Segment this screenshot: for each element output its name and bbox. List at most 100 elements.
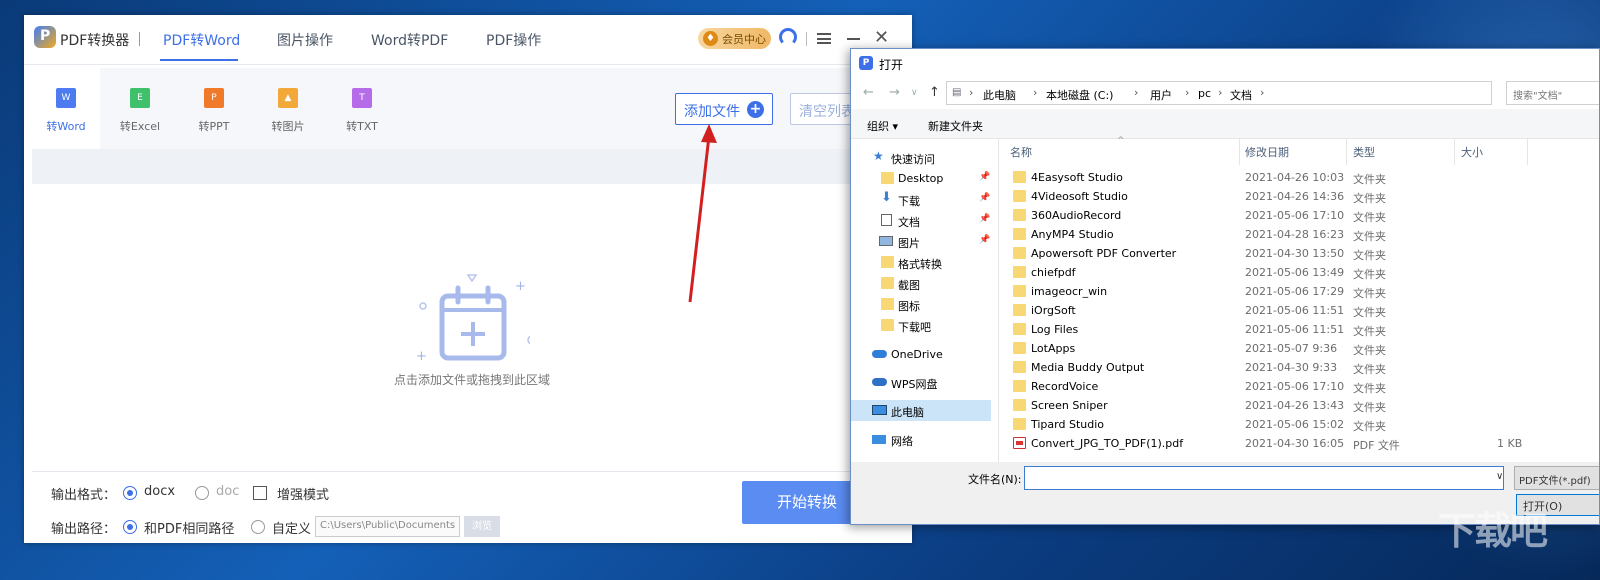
- breadcrumb-separator: ›: [969, 86, 974, 99]
- file-row[interactable]: imageocr_win 2021-05-06 17:29 文件夹: [999, 282, 1599, 301]
- folder-icon: [881, 256, 894, 268]
- output-path-label: 输出路径：: [51, 522, 117, 537]
- breadcrumb-this-pc[interactable]: 此电脑: [983, 87, 1016, 103]
- column-size[interactable]: 大小: [1461, 144, 1483, 160]
- filetype-select[interactable]: PDF文件(*.pdf): [1514, 466, 1599, 490]
- enhanced-mode-checkbox[interactable]: [253, 486, 267, 500]
- menu-icon[interactable]: [817, 33, 831, 44]
- tool-to-excel[interactable]: E 转Excel: [106, 68, 174, 149]
- file-row[interactable]: RecordVoice 2021-05-06 17:10 文件夹: [999, 377, 1599, 396]
- file-row[interactable]: LotApps 2021-05-07 9:36 文件夹: [999, 339, 1599, 358]
- filename-label: 文件名(N):: [968, 473, 1022, 486]
- file-drop-area[interactable]: + + 点击添加文件或拖拽到此区域: [32, 184, 912, 471]
- file-type: 文件夹: [1353, 325, 1386, 338]
- conversion-tools: W 转Word E 转Excel P 转PPT ▲ 转图片 T 转TXT 添加文…: [32, 68, 912, 149]
- tool-label: 转图片: [271, 120, 305, 133]
- file-date: 2021-04-30 13:50: [1245, 247, 1345, 260]
- nav-pictures[interactable]: 图片 📌: [851, 231, 991, 252]
- file-row[interactable]: 4Videosoft Studio 2021-04-26 14:36 文件夹: [999, 187, 1599, 206]
- file-row[interactable]: Log Files 2021-05-06 11:51 文件夹: [999, 320, 1599, 339]
- nav-network[interactable]: 网络: [851, 429, 991, 450]
- tool-to-word[interactable]: W 转Word: [32, 68, 100, 149]
- docx-radio[interactable]: [123, 486, 137, 500]
- file-row[interactable]: Convert_JPG_TO_PDF(1).pdf 2021-04-30 16:0…: [999, 434, 1599, 453]
- search-input[interactable]: 搜索"文档": [1506, 81, 1599, 105]
- nav-label: Desktop: [898, 172, 944, 185]
- nav-wps-drive[interactable]: WPS网盘: [851, 372, 991, 393]
- minimize-icon[interactable]: [847, 38, 860, 40]
- breadcrumb-pc[interactable]: pc: [1198, 87, 1211, 100]
- file-type: PDF 文件: [1353, 439, 1400, 452]
- doc-radio[interactable]: [195, 486, 209, 500]
- file-type: 文件夹: [1353, 363, 1386, 376]
- vip-center-button[interactable]: ♦ 会员中心: [698, 28, 771, 49]
- tool-to-image[interactable]: ▲ 转图片: [254, 68, 322, 149]
- nav-this-pc[interactable]: 此电脑: [851, 400, 991, 421]
- file-row[interactable]: chiefpdf 2021-05-06 13:49 文件夹: [999, 263, 1599, 282]
- tool-to-ppt[interactable]: P 转PPT: [180, 68, 248, 149]
- close-icon[interactable]: ✕: [874, 27, 889, 48]
- nav-xiazaiba[interactable]: 下载吧: [851, 315, 991, 336]
- star-icon: ★: [873, 149, 884, 163]
- file-type: 文件夹: [1353, 192, 1386, 205]
- file-type: 文件夹: [1353, 382, 1386, 395]
- folder-icon: [881, 172, 894, 184]
- file-row[interactable]: Media Buddy Output 2021-04-30 9:33 文件夹: [999, 358, 1599, 377]
- same-path-radio[interactable]: [123, 520, 137, 534]
- custom-path-radio[interactable]: [251, 520, 265, 534]
- nav-image-operations[interactable]: 图片操作: [277, 30, 333, 50]
- nav-desktop[interactable]: Desktop 📌: [851, 168, 991, 189]
- title-divider: [139, 32, 140, 46]
- column-divider: [1239, 139, 1240, 165]
- file-date: 2021-04-26 10:03: [1245, 171, 1345, 184]
- file-row[interactable]: Apowersoft PDF Converter 2021-04-30 13:50…: [999, 244, 1599, 263]
- organize-button[interactable]: 组织 ▾: [867, 118, 898, 134]
- column-date[interactable]: 修改日期: [1245, 144, 1289, 160]
- column-type[interactable]: 类型: [1353, 144, 1375, 160]
- folder-icon: [1013, 399, 1026, 411]
- file-name: imageocr_win: [1031, 285, 1108, 298]
- file-row[interactable]: 4Easysoft Studio 2021-04-26 10:03 文件夹: [999, 168, 1599, 187]
- file-type: 文件夹: [1353, 211, 1386, 224]
- file-row[interactable]: AnyMP4 Studio 2021-04-28 16:23 文件夹: [999, 225, 1599, 244]
- pdf-file-icon: [1013, 437, 1026, 449]
- nav-onedrive[interactable]: OneDrive: [851, 344, 991, 365]
- up-icon[interactable]: ↑: [929, 85, 940, 100]
- nav-label: 文档: [898, 216, 920, 229]
- breadcrumb-documents[interactable]: 文档: [1230, 87, 1252, 103]
- browse-button[interactable]: 浏览: [464, 516, 500, 537]
- new-folder-button[interactable]: 新建文件夹: [928, 118, 983, 134]
- word-icon: W: [56, 88, 76, 108]
- filename-input[interactable]: [1024, 466, 1504, 490]
- nav-pdf-to-word[interactable]: PDF转Word: [163, 30, 240, 50]
- clear-list-label: 清空列表: [799, 104, 855, 120]
- file-name: 4Easysoft Studio: [1031, 171, 1123, 184]
- output-path-input[interactable]: C:\Users\Public\Documents: [315, 516, 460, 537]
- breadcrumb-users[interactable]: 用户: [1150, 87, 1172, 103]
- nav-quick-access[interactable]: ★ 快速访问: [851, 147, 991, 168]
- nav-pdf-operations[interactable]: PDF操作: [486, 30, 541, 50]
- column-name[interactable]: 名称: [1010, 144, 1032, 160]
- file-name: chiefpdf: [1031, 266, 1076, 279]
- nav-format-convert[interactable]: 格式转换: [851, 252, 991, 273]
- file-row[interactable]: Tipard Studio 2021-05-06 15:02 文件夹: [999, 415, 1599, 434]
- back-icon[interactable]: ←: [863, 85, 874, 100]
- nav-documents[interactable]: 文档 📌: [851, 210, 991, 231]
- app-body: W 转Word E 转Excel P 转PPT ▲ 转图片 T 转TXT 添加文…: [32, 68, 912, 543]
- forward-icon[interactable]: →: [889, 85, 900, 100]
- nav-icons[interactable]: 图标: [851, 294, 991, 315]
- breadcrumb-local-disk[interactable]: 本地磁盘 (C:): [1046, 87, 1113, 103]
- nav-screenshots[interactable]: 截图: [851, 273, 991, 294]
- customer-service-icon[interactable]: [779, 28, 797, 46]
- file-row[interactable]: Screen Sniper 2021-04-26 13:43 文件夹: [999, 396, 1599, 415]
- chevron-down-icon[interactable]: ∨: [1496, 471, 1503, 482]
- file-row[interactable]: 360AudioRecord 2021-05-06 17:10 文件夹: [999, 206, 1599, 225]
- nav-word-to-pdf[interactable]: Word转PDF: [371, 30, 448, 50]
- file-row[interactable]: iOrgSoft 2021-05-06 11:51 文件夹: [999, 301, 1599, 320]
- recent-locations-icon[interactable]: ∨: [911, 88, 918, 98]
- tool-to-txt[interactable]: T 转TXT: [328, 68, 396, 149]
- add-file-button[interactable]: 添加文件 +: [675, 93, 773, 125]
- address-bar[interactable]: ▤ › 此电脑 › 本地磁盘 (C:) › 用户 › pc › 文档 › ∨ ↻: [946, 81, 1585, 105]
- nav-downloads[interactable]: ⬇ 下载 📌: [851, 189, 991, 210]
- file-type: 文件夹: [1353, 249, 1386, 262]
